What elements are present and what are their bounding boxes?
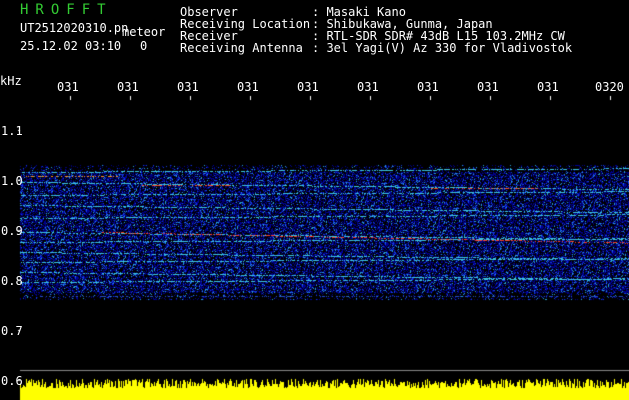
info-value-antenna: : 3el Yagi(V) Az 330 for Vladivostok <box>312 41 573 55</box>
info-label-antenna: Receiving Antenna <box>180 41 303 55</box>
spectrogram-canvas <box>0 0 629 400</box>
x-tick-label: 031 <box>57 80 79 94</box>
x-tick-label: 031 <box>477 80 499 94</box>
x-tick-label: 031 <box>537 80 559 94</box>
x-tick-label: 031 <box>117 80 139 94</box>
x-tick-label: 031 <box>417 80 439 94</box>
x-tick-label: 031 <box>357 80 379 94</box>
counter-label: 0 <box>140 39 148 53</box>
x-tick-label: 0320 <box>595 80 624 94</box>
filename-label: UT2512020310.pn <box>20 21 129 35</box>
y-tick-label: 1.0 <box>1 174 23 188</box>
y-tick-label: 0.7 <box>1 324 23 338</box>
x-tick-label: 031 <box>237 80 259 94</box>
y-tick-label: 0.9 <box>1 224 23 238</box>
y-tick-label: 0.6 <box>1 374 23 388</box>
x-tick-label: 031 <box>297 80 319 94</box>
datetime-label: 25.12.02 03:10 <box>20 39 122 53</box>
app-title: HROFFT <box>20 2 113 18</box>
y-tick-label: 1.1 <box>1 124 23 138</box>
y-axis-unit: kHz <box>0 74 22 88</box>
subtitle-label: meteor <box>122 25 166 39</box>
y-tick-label: 0.8 <box>1 274 23 288</box>
x-tick-label: 031 <box>177 80 199 94</box>
